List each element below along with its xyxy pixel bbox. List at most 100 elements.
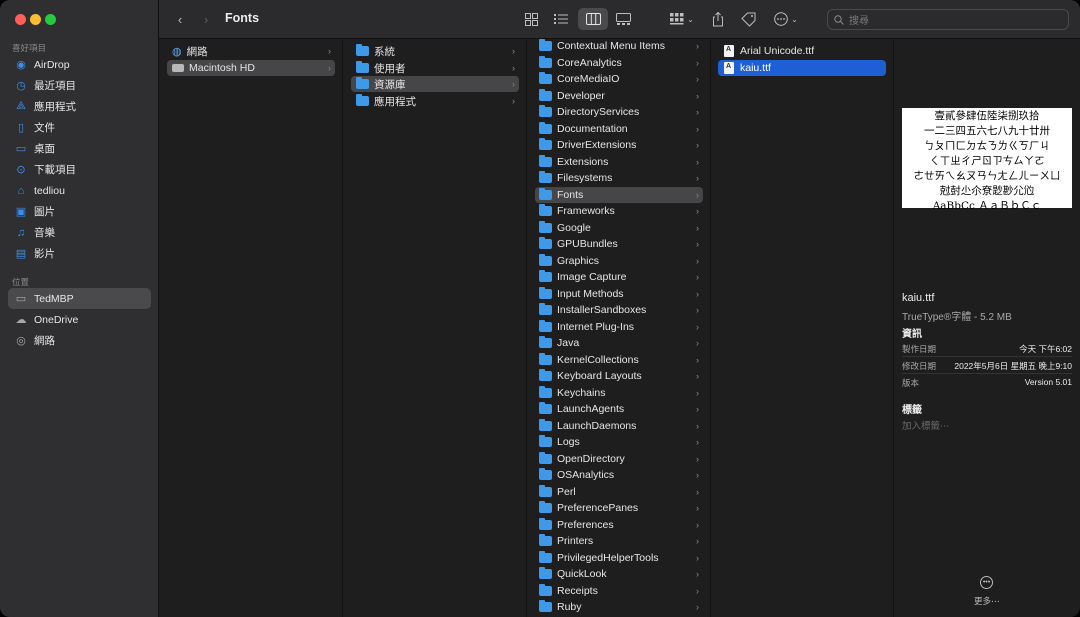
folder-icon — [539, 220, 552, 233]
list-item[interactable]: 應用程式 › — [351, 93, 519, 109]
list-item-label: Filesystems — [557, 172, 613, 184]
list-item[interactable]: 系統 › — [351, 43, 519, 59]
gallery-view-button[interactable] — [609, 8, 637, 30]
list-item[interactable]: Developer › — [535, 88, 703, 104]
list-item[interactable]: QuickLook › — [535, 566, 703, 582]
list-item[interactable]: Input Methods › — [535, 286, 703, 302]
folder-icon — [539, 550, 552, 563]
sidebar-item-airdrop[interactable]: ◉ AirDrop — [8, 54, 151, 75]
folder-icon — [539, 484, 552, 497]
list-item[interactable]: Contextual Menu Items › — [535, 38, 703, 54]
sidebar-item-applications[interactable]: ⟁ 應用程式 — [8, 96, 151, 117]
preview-pane: 壹貳參肆伍陸柒捌玖拾 一二三四五六七八九十廿卅 ㄅㄆㄇㄈㄉㄊㄋㄌㄍㄎㄏㄐ ㄑㄒㄓ… — [894, 40, 1080, 617]
sidebar-item-music[interactable]: ♫ 音樂 — [8, 222, 151, 243]
sidebar-item-label: tedliou — [34, 184, 65, 197]
list-item[interactable]: Preferences › — [535, 517, 703, 533]
chevron-right-icon: › — [696, 156, 699, 167]
list-item[interactable]: PrivilegedHelperTools › — [535, 550, 703, 566]
group-by-button[interactable]: ⌄ — [669, 9, 695, 29]
list-item[interactable]: Arial Unicode.ttf — [718, 43, 886, 59]
sidebar-item-tedmbp[interactable]: ▭ TedMBP — [8, 288, 151, 309]
list-item[interactable]: Extensions › — [535, 154, 703, 170]
list-item[interactable]: Java › — [535, 335, 703, 351]
list-item-label: Contextual Menu Items — [557, 40, 665, 52]
list-item[interactable]: InstallerSandboxes › — [535, 302, 703, 318]
maximize-window-button[interactable] — [45, 14, 56, 25]
sidebar-item-label: 應用程式 — [34, 101, 76, 113]
sidebar-item-movies[interactable]: ▤ 影片 — [8, 243, 151, 264]
sidebar-item-downloads[interactable]: ⊙ 下載項目 — [8, 159, 151, 180]
search-field[interactable]: 搜尋 — [827, 9, 1069, 30]
list-item-label: PreferencePanes — [557, 502, 639, 514]
add-tags-field[interactable]: 加入標籤⋯ — [902, 418, 950, 432]
list-item[interactable]: CoreMediaIO › — [535, 71, 703, 87]
list-item[interactable]: DirectoryServices › — [535, 104, 703, 120]
chevron-right-icon: › — [512, 79, 515, 89]
sidebar-item-label: 最近項目 — [34, 80, 76, 92]
list-item[interactable]: Filesystems › — [535, 170, 703, 186]
list-item[interactable]: LaunchAgents › — [535, 401, 703, 417]
list-item[interactable]: Perl › — [535, 484, 703, 500]
sidebar-item-recents[interactable]: ◷ 最近項目 — [8, 75, 151, 96]
folder-icon — [539, 55, 552, 68]
list-item[interactable]: Google › — [535, 220, 703, 236]
list-item[interactable]: Graphics › — [535, 253, 703, 269]
list-item[interactable]: Logs › — [535, 434, 703, 450]
back-button[interactable]: ‹ — [173, 9, 187, 29]
list-item[interactable]: Printers › — [535, 533, 703, 549]
list-item[interactable]: Keychains › — [535, 385, 703, 401]
list-item[interactable]: Keyboard Layouts › — [535, 368, 703, 384]
sidebar-item-pictures[interactable]: ▣ 圖片 — [8, 201, 151, 222]
minimize-window-button[interactable] — [30, 14, 41, 25]
list-item[interactable]: Frameworks › — [535, 203, 703, 219]
list-item[interactable]: Fonts › — [535, 186, 703, 203]
list-item-label: OSAnalytics — [557, 469, 615, 481]
list-item[interactable]: DriverExtensions › — [535, 137, 703, 153]
list-item[interactable]: Internet Plug-Ins › — [535, 319, 703, 335]
action-menu-button[interactable]: ⌄ — [771, 9, 801, 29]
favorites-section-label: 喜好項目 — [12, 43, 47, 53]
list-item-label: Frameworks — [557, 205, 615, 217]
list-item[interactable]: CoreAnalytics › — [535, 55, 703, 71]
list-item[interactable]: kaiu.ttf — [718, 60, 886, 76]
forward-button[interactable]: › — [199, 9, 213, 29]
column-view-button[interactable] — [578, 8, 608, 30]
list-item[interactable]: Macintosh HD › — [167, 60, 335, 76]
modified-value: 2022年5月6日 星期五 晚上9:10 — [954, 361, 1072, 371]
list-item[interactable]: PreferencePanes › — [535, 500, 703, 516]
chevron-right-icon: › — [512, 46, 515, 56]
created-label: 製作日期 — [902, 344, 937, 354]
list-item[interactable]: 資源庫 › — [351, 76, 519, 92]
list-item[interactable]: 使用者 › — [351, 60, 519, 76]
folder-icon — [539, 435, 552, 447]
icon-view-button[interactable] — [517, 8, 545, 30]
tag-button[interactable] — [739, 9, 757, 29]
list-item-label: DriverExtensions — [557, 139, 637, 151]
list-item[interactable]: Documentation › — [535, 121, 703, 137]
list-view-button[interactable] — [547, 8, 575, 30]
close-window-button[interactable] — [15, 14, 26, 25]
share-button[interactable] — [709, 9, 727, 29]
list-item[interactable]: LaunchDaemons › — [535, 418, 703, 434]
folder-icon — [539, 501, 552, 513]
chevron-right-icon: › — [696, 470, 699, 480]
list-item[interactable]: ◍ 網路 › — [167, 43, 335, 59]
list-item[interactable]: GPUBundles › — [535, 236, 703, 252]
list-item[interactable]: OSAnalytics › — [535, 467, 703, 483]
sidebar-item-documents[interactable]: ▯ 文件 — [8, 117, 151, 138]
sidebar-item-desktop[interactable]: ▭ 桌面 — [8, 138, 151, 159]
chevron-right-icon: › — [696, 123, 699, 134]
more-button[interactable]: ••• — [980, 576, 993, 589]
list-item[interactable]: Image Capture › — [535, 269, 703, 285]
sidebar-item-onedrive[interactable]: ☁ OneDrive — [8, 309, 151, 330]
list-item[interactable]: KernelCollections › — [535, 352, 703, 368]
chevron-right-icon: › — [696, 503, 699, 513]
list-item-label: PrivilegedHelperTools — [557, 551, 659, 564]
list-item[interactable]: Ruby › — [535, 599, 703, 615]
folder-icon — [539, 567, 552, 579]
sidebar-item-home[interactable]: ⌂ tedliou — [8, 180, 151, 201]
list-item[interactable]: Receipts › — [535, 583, 703, 599]
sidebar-item-network[interactable]: ◎ 網路 — [8, 330, 151, 351]
chevron-right-icon: › — [696, 519, 699, 530]
list-item[interactable]: OpenDirectory › — [535, 451, 703, 467]
